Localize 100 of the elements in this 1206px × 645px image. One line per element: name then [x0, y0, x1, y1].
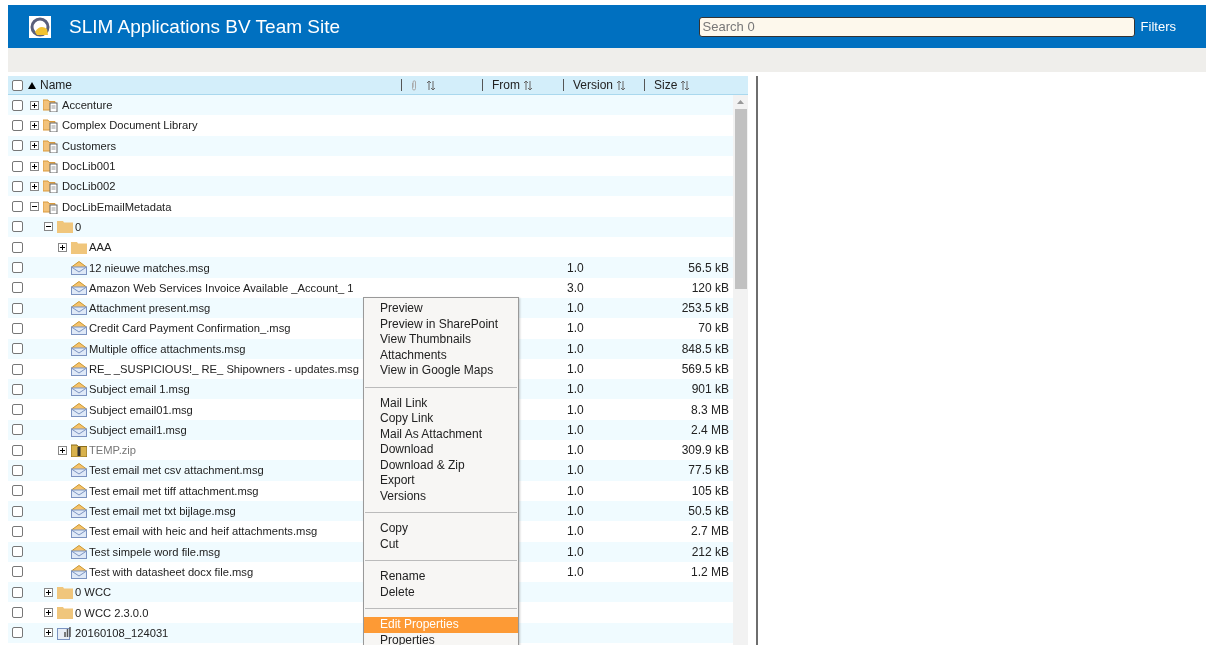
item-name[interactable]: Complex Document Library [62, 119, 198, 132]
scrollbar[interactable] [733, 95, 748, 645]
menu-item[interactable]: Copy [364, 521, 518, 537]
item-name[interactable]: Test email met csv attachment.msg [89, 464, 264, 477]
menu-item[interactable]: Export [364, 473, 518, 489]
row-checkbox[interactable] [11, 363, 23, 375]
row-checkbox[interactable] [11, 322, 23, 334]
row-checkbox[interactable] [11, 140, 23, 152]
item-name[interactable]: Test with datasheet docx file.msg [89, 565, 254, 578]
row-checkbox[interactable] [11, 444, 23, 456]
version-text: 1.0 [567, 564, 584, 579]
row-checkbox[interactable] [11, 465, 23, 476]
column-header[interactable]: Version [563, 79, 644, 91]
item-name[interactable]: Subject email01.msg [89, 403, 193, 416]
row-checkbox[interactable] [11, 566, 23, 578]
item-name[interactable]: 0 WCC [75, 586, 112, 599]
menu-item[interactable]: View in Google Maps [364, 363, 518, 379]
item-name[interactable]: RE_ _SUSPICIOUS!_ RE_ Shipowners - updates.msg [89, 363, 359, 375]
item-name[interactable]: 20160108_124031 [75, 626, 169, 639]
item-name[interactable]: Multiple office attachments.msg [89, 342, 246, 355]
envelope-icon [71, 564, 87, 579]
expand-toggle[interactable] [44, 587, 53, 597]
expand-toggle[interactable] [44, 222, 53, 232]
row-checkbox[interactable] [11, 607, 23, 619]
item-name[interactable]: AAA [89, 241, 112, 254]
scroll-up-arrow-icon[interactable] [737, 100, 744, 104]
row-checkbox[interactable] [11, 160, 23, 172]
item-name[interactable]: Test email met tiff attachment.msg [89, 484, 259, 497]
folder-icon [57, 585, 73, 599]
menu-item[interactable]: Attachments [364, 347, 518, 363]
item-name[interactable]: 0 WCC 2.3.0.0 [75, 606, 149, 619]
menu-item[interactable]: Download & Zip [364, 457, 518, 473]
row-checkbox[interactable] [11, 485, 23, 497]
item-name[interactable]: 12 nieuwe matches.msg [89, 261, 210, 274]
item-name[interactable]: Credit Card Payment Confirmation_.msg [89, 322, 291, 335]
row-checkbox[interactable] [11, 343, 23, 355]
scrollbar-thumb[interactable] [734, 109, 747, 289]
row-checkbox[interactable] [11, 99, 23, 111]
menu-item[interactable]: Mail Link [364, 395, 518, 411]
menu-item[interactable]: View Thumbnails [364, 332, 518, 348]
item-name[interactable]: Accenture [62, 99, 113, 112]
item-name[interactable]: Customers [62, 139, 117, 152]
item-name[interactable]: Test simpele word file.msg [89, 545, 221, 558]
row-checkbox[interactable] [11, 262, 23, 273]
expand-toggle[interactable] [30, 161, 39, 171]
menu-item[interactable]: Copy Link [364, 411, 518, 427]
item-name[interactable]: DocLib002 [62, 180, 116, 193]
menu-item[interactable]: Rename [364, 569, 518, 585]
row-checkbox[interactable] [11, 404, 23, 416]
row-checkbox[interactable] [11, 201, 23, 213]
row-checkbox[interactable] [11, 525, 23, 537]
select-all-checkbox[interactable] [11, 79, 23, 91]
column-header[interactable]: From [482, 79, 563, 91]
site-title[interactable]: SLIM Applications BV Team Site [69, 15, 341, 38]
envelope-icon [71, 524, 87, 539]
row-checkbox[interactable] [11, 119, 23, 131]
envelope-icon [71, 463, 87, 478]
item-name[interactable]: Subject email1.msg [89, 423, 187, 436]
item-name[interactable]: DocLibEmailMetadata [62, 200, 172, 213]
search-field[interactable]: Search 0 [698, 16, 1135, 37]
row-checkbox[interactable] [11, 586, 23, 598]
row-checkbox[interactable] [11, 180, 23, 192]
menu-item[interactable]: Mail As Attachment [364, 426, 518, 442]
item-name[interactable]: Attachment present.msg [89, 302, 211, 315]
expand-toggle[interactable] [30, 181, 39, 191]
filters-link[interactable]: Filters [1140, 19, 1176, 34]
row-checkbox[interactable] [11, 221, 23, 233]
row-checkbox[interactable] [11, 546, 23, 558]
menu-item[interactable]: Preview [364, 301, 518, 317]
expand-toggle[interactable] [30, 120, 39, 130]
expand-toggle[interactable] [30, 202, 39, 212]
row-checkbox[interactable] [11, 424, 23, 436]
expand-toggle[interactable] [58, 445, 67, 455]
row-checkbox[interactable] [11, 282, 23, 294]
item-name[interactable]: Test email with heic and heif attachments.msg [89, 525, 318, 538]
expand-toggle[interactable] [58, 242, 67, 252]
menu-item[interactable]: Download [364, 442, 518, 458]
row-checkbox[interactable] [11, 505, 23, 517]
expand-toggle[interactable] [44, 608, 53, 618]
expand-toggle[interactable] [30, 100, 39, 110]
row-checkbox[interactable] [11, 383, 23, 395]
item-name[interactable]: Test email met txt bijlage.msg [89, 505, 236, 518]
row-checkbox[interactable] [11, 302, 23, 314]
item-name[interactable]: Subject email 1.msg [89, 383, 190, 396]
row-checkbox[interactable] [11, 241, 23, 253]
expand-toggle[interactable] [44, 628, 53, 638]
item-name[interactable]: 0 [75, 220, 82, 233]
menu-item[interactable]: Versions [364, 488, 518, 504]
menu-item[interactable]: Preview in SharePoint [364, 316, 518, 332]
row-checkbox[interactable] [11, 627, 23, 639]
item-name[interactable]: DocLib001 [62, 160, 116, 173]
column-header[interactable]: Name [26, 79, 401, 91]
menu-item[interactable]: Delete [364, 584, 518, 600]
column-header[interactable]: Size [644, 79, 724, 91]
item-name[interactable]: Amazon Web Services Invoice Available _Account_ 1 [89, 281, 354, 294]
item-name[interactable]: TEMP.zip [89, 444, 137, 457]
menu-item[interactable]: Cut [364, 536, 518, 552]
version-text: 1.0 [567, 321, 584, 336]
size-text: 50.5 kB [688, 504, 729, 519]
expand-toggle[interactable] [30, 141, 39, 151]
